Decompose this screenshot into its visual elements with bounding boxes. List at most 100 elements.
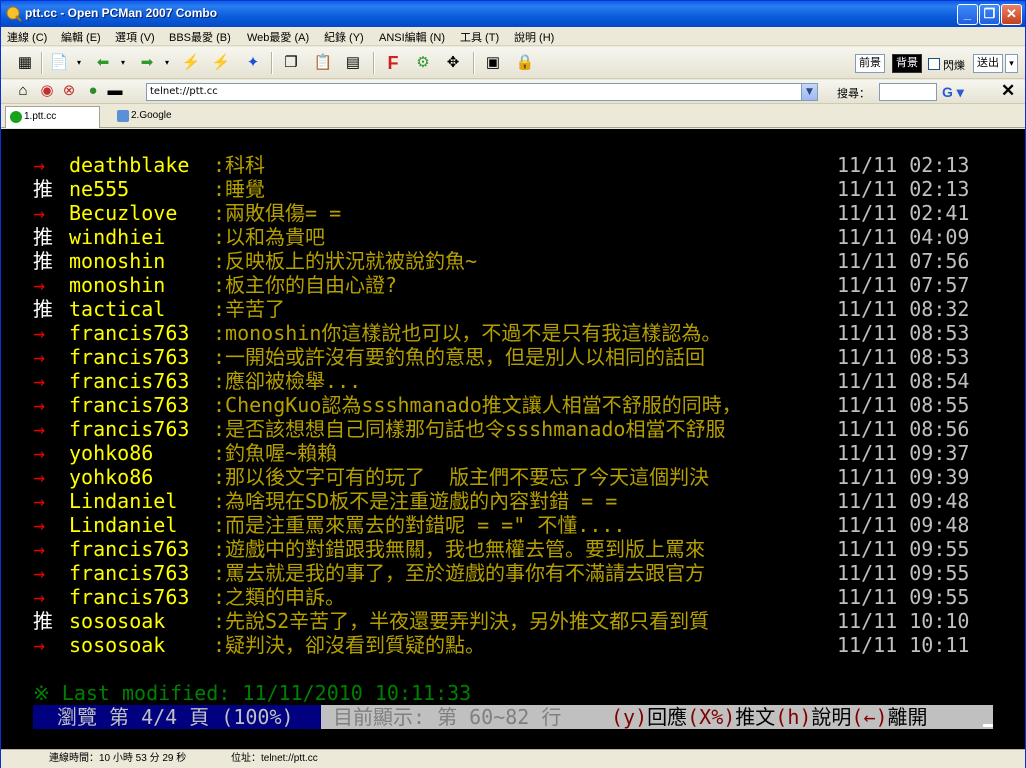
- menu-tools[interactable]: 工具 (T): [460, 29, 499, 45]
- chevron-down-icon[interactable]: ▾: [113, 53, 133, 73]
- comment-user: Becuzlove: [69, 201, 178, 225]
- title-bar[interactable]: ptt.cc - Open PCMan 2007 Combo _ ❐ ✕: [1, 1, 1025, 27]
- comment-time: 11/11 09:37: [837, 441, 970, 465]
- menu-bar: 連線 (C) 編輯 (E) 選項 (V) BBS最愛 (B) Web最愛 (A)…: [1, 27, 1025, 46]
- comment-time: 11/11 02:41: [837, 201, 970, 225]
- chevron-down-icon[interactable]: ▾: [69, 53, 89, 73]
- comment-text: :那以後文字可有的玩了 版主們不要忘了今天這個判決: [213, 465, 710, 489]
- menu-web-favorites[interactable]: Web最愛 (A): [247, 29, 309, 45]
- tab-ptt[interactable]: 1.ptt.cc: [5, 106, 100, 128]
- arrow-tag: →: [33, 441, 46, 465]
- disconnect-icon[interactable]: ⚡: [211, 53, 231, 73]
- blink-checkbox[interactable]: [928, 58, 940, 70]
- key-x: (X%): [687, 705, 736, 729]
- text-cursor: [983, 724, 993, 727]
- comment-time: 11/11 10:11: [837, 633, 970, 657]
- search-input[interactable]: [879, 83, 937, 101]
- comment-text: :monoshin你這樣說也可以，不過不是只有我這樣認為。: [213, 321, 722, 345]
- comment-time: 11/11 08:56: [837, 417, 970, 441]
- send-dropdown[interactable]: ▾: [1005, 54, 1018, 73]
- comment-user: Lindaniel: [69, 513, 178, 537]
- comment-time: 11/11 08:53: [837, 321, 970, 345]
- comment-time: 11/11 10:10: [837, 609, 970, 633]
- send-button[interactable]: 送出: [973, 54, 1003, 73]
- tab-google[interactable]: 2.Google: [113, 106, 208, 128]
- font-icon[interactable]: F: [383, 53, 403, 73]
- arrow-tag: →: [33, 393, 46, 417]
- tab-label: 1.ptt.cc: [24, 111, 57, 122]
- comment-user: yohko86: [69, 465, 154, 489]
- comment-text: :兩敗俱傷= =: [213, 201, 342, 225]
- ansi-editor-icon[interactable]: ▣: [483, 53, 503, 73]
- toolbar-separator: [373, 52, 375, 74]
- location-text: 位址：telnet://ptt.cc: [231, 753, 318, 764]
- comment-text: :一開始或許沒有要釣魚的意思，但是別人以相同的話回: [213, 345, 706, 369]
- copy-with-color-icon[interactable]: ▤: [343, 53, 363, 73]
- comment-text: :而是注重罵來罵去的對錯呢 = =" 不懂....: [213, 513, 626, 537]
- arrow-tag: →: [33, 489, 46, 513]
- address-input[interactable]: telnet://ptt.cc ▼: [146, 83, 818, 101]
- arrow-tag: →: [33, 561, 46, 585]
- reconnect-icon[interactable]: ⚡: [181, 53, 201, 73]
- comment-user: francis763: [69, 345, 190, 369]
- terminal-screen[interactable]: → deathblake:科科 11/11 02:13 推 ne555:睡覺 11/11 …: [1, 129, 1025, 749]
- address-toolbar: ⌂ ◉ ⊗ ● ▬ telnet://ptt.cc ▼ 搜尋： G ▾ ✕: [1, 80, 1025, 104]
- arrow-tag: →: [33, 273, 46, 297]
- comment-time: 11/11 09:39: [837, 465, 970, 489]
- menu-edit[interactable]: 編輯 (E): [61, 29, 101, 45]
- menu-ansi-edit[interactable]: ANSI編輯 (N): [379, 29, 445, 45]
- background-button[interactable]: 背景: [892, 54, 922, 73]
- address-dropdown[interactable]: ▼: [801, 84, 817, 100]
- pcman-app-icon: [6, 6, 22, 22]
- close-toolbar-icon[interactable]: ✕: [1001, 81, 1015, 101]
- add-favorite-icon[interactable]: ✦: [243, 53, 263, 73]
- comment-text: :釣魚喔~賴賴: [213, 441, 338, 465]
- key-left: (←): [851, 705, 888, 729]
- foreground-button[interactable]: 前景: [855, 54, 885, 73]
- menu-help[interactable]: 說明 (H): [514, 29, 554, 45]
- web-page-icon: [117, 110, 129, 122]
- menu-bbs-favorites[interactable]: BBS最愛 (B): [169, 29, 231, 45]
- minimize-button[interactable]: _: [957, 4, 978, 25]
- maximize-button[interactable]: ❐: [979, 4, 1000, 25]
- comment-time: 11/11 09:48: [837, 513, 970, 537]
- arrow-tag: →: [33, 633, 46, 657]
- copy-icon[interactable]: ❐: [281, 53, 301, 73]
- lock-icon[interactable]: 🔒: [515, 53, 535, 73]
- site-list-icon[interactable]: ▦: [15, 53, 35, 73]
- comment-user: francis763: [69, 369, 190, 393]
- chevron-down-icon[interactable]: ▾: [157, 53, 177, 73]
- comment-text: :板主你的自由心證?: [213, 273, 398, 297]
- fullscreen-icon[interactable]: ✥: [443, 53, 463, 73]
- comment-user: francis763: [69, 393, 190, 417]
- comment-user: francis763: [69, 417, 190, 441]
- home-icon[interactable]: ⌂: [13, 81, 33, 101]
- menu-options[interactable]: 選項 (V): [115, 29, 155, 45]
- new-connection-icon[interactable]: 📄: [49, 53, 69, 73]
- comment-text: :應卻被檢舉...: [213, 369, 362, 393]
- window-title: ptt.cc - Open PCMan 2007 Combo: [25, 6, 218, 20]
- comment-user: francis763: [69, 561, 190, 585]
- ansi-color-icon[interactable]: ◉: [37, 81, 57, 101]
- menu-log[interactable]: 紀錄 (Y): [324, 29, 364, 45]
- stop-icon[interactable]: ⊗: [59, 81, 79, 101]
- globe-icon[interactable]: ●: [83, 81, 103, 101]
- arrow-tag: →: [33, 537, 46, 561]
- comment-user: sososoak: [69, 609, 166, 633]
- close-button[interactable]: ✕: [1001, 4, 1022, 25]
- menu-connection[interactable]: 連線 (C): [7, 29, 47, 45]
- monitor-icon[interactable]: ▬: [105, 81, 125, 101]
- back-arrow-icon[interactable]: ⬅: [93, 53, 113, 73]
- forward-arrow-icon[interactable]: ➡: [137, 53, 157, 73]
- arrow-tag: →: [33, 321, 46, 345]
- paste-icon[interactable]: 📋: [313, 53, 333, 73]
- connection-time: 連線時間：10 小時 53 分 29 秒: [49, 753, 187, 764]
- google-search-icon[interactable]: G ▾: [942, 83, 970, 101]
- toolbar-separator: [473, 52, 475, 74]
- comment-user: windhiei: [69, 225, 166, 249]
- blink-label: 閃爍: [943, 60, 965, 72]
- comment-user: francis763: [69, 585, 190, 609]
- tab-bar: 1.ptt.cc 2.Google: [1, 104, 1025, 128]
- push-tag: 推: [33, 249, 53, 273]
- settings-gear-icon[interactable]: ⚙: [413, 53, 433, 73]
